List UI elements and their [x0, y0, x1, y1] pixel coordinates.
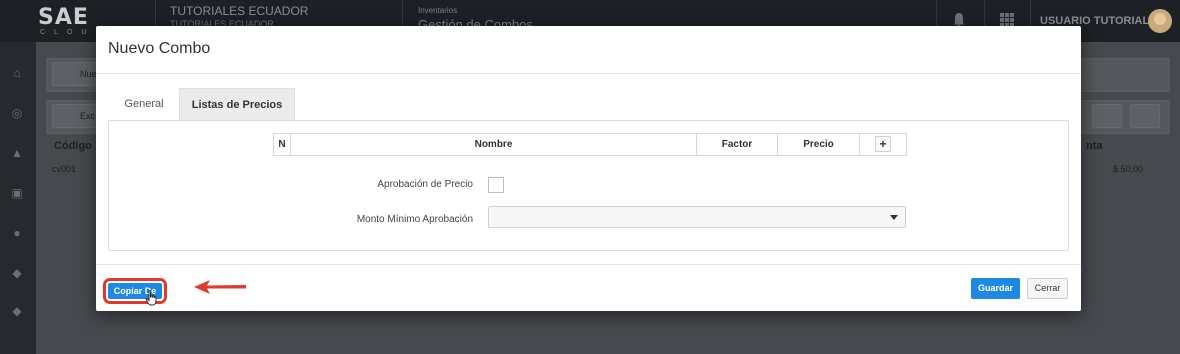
cubes-alt-icon[interactable]: ◆: [10, 304, 24, 318]
bg-row-code: cv001: [52, 164, 77, 174]
bg-search-button[interactable]: [1092, 104, 1122, 128]
guardar-button[interactable]: Guardar: [971, 278, 1020, 299]
aprobacion-precio-label: Aprobación de Precio: [377, 179, 473, 190]
modal-header: Nuevo Combo: [96, 26, 1081, 74]
cubes-icon[interactable]: ◆: [10, 266, 24, 280]
tab-listas-de-precios[interactable]: Listas de Precios: [179, 88, 295, 120]
bg-col-venta: nta: [1086, 140, 1103, 152]
chart-icon[interactable]: ▲: [10, 146, 24, 160]
col-precio: Precio: [778, 134, 860, 155]
bg-col-codigo: Código: [54, 140, 92, 152]
home-icon[interactable]: ⌂: [10, 66, 24, 80]
col-add: +: [860, 134, 906, 155]
avatar[interactable]: [1148, 9, 1172, 33]
apps-grid-icon[interactable]: [1000, 13, 1014, 27]
cerrar-button[interactable]: Cerrar: [1027, 278, 1068, 299]
app-logo: SAE CLOUD: [38, 5, 110, 36]
monto-minimo-label: Monto Mínimo Aprobación: [356, 214, 473, 225]
tab-general[interactable]: General: [108, 88, 180, 120]
price-list-table: N Nombre Factor Precio +: [273, 133, 907, 156]
listas-de-precios-panel: N Nombre Factor Precio + Aprobación de P…: [108, 120, 1069, 251]
chevron-down-icon: [890, 215, 898, 220]
bg-row-price: $ 50,00: [1113, 164, 1144, 174]
users-icon[interactable]: ●: [10, 226, 24, 240]
add-row-button[interactable]: +: [875, 136, 891, 152]
aprobacion-precio-checkbox[interactable]: [488, 177, 504, 193]
contact-icon[interactable]: ▣: [10, 186, 24, 200]
bg-eraser-button[interactable]: [1130, 104, 1160, 128]
col-n: N: [274, 134, 291, 155]
hand-cursor-icon: [145, 290, 157, 306]
company-name: TUTORIALES ECUADOR: [170, 4, 309, 18]
monto-minimo-select[interactable]: [488, 206, 906, 228]
sidebar: ⌂ ◎ ▲ ▣ ● ◆ ◆: [0, 42, 36, 354]
col-factor: Factor: [697, 134, 778, 155]
col-nombre: Nombre: [291, 134, 697, 155]
dashboard-icon[interactable]: ◎: [10, 106, 24, 120]
modal-title: Nuevo Combo: [108, 40, 211, 57]
nuevo-combo-modal: Nuevo Combo General Listas de Precios N …: [96, 26, 1081, 311]
annotation-arrow-icon: [194, 280, 246, 294]
